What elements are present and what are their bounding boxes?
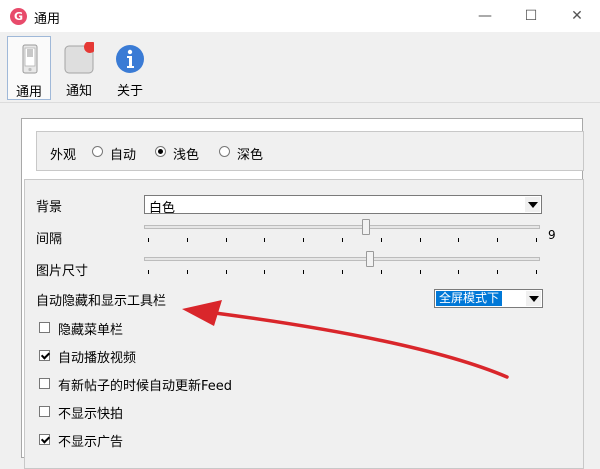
appearance-light-label: 浅色 [173, 148, 200, 163]
maximize-button[interactable]: ☐ [508, 0, 554, 32]
toolbar-autohide-select[interactable]: 全屏模式下 [434, 289, 543, 308]
preferences-toolbar: 通用 通知 关于 [0, 32, 600, 103]
minimize-button[interactable]: — [462, 0, 508, 32]
settings-panel: 外观 自动 浅色 深色 背景 白色 间隔 9 图片尺寸 自动隐藏和显示工具栏 全… [21, 118, 584, 469]
slider-tick [303, 238, 304, 242]
slider-tick [497, 238, 498, 242]
slider-tick [536, 238, 537, 242]
hide-stories-checkbox[interactable] [39, 406, 50, 417]
hide-menubar-checkbox[interactable] [39, 322, 50, 333]
autoplay-video-checkbox[interactable] [39, 350, 50, 361]
chevron-down-icon [526, 291, 541, 306]
info-icon [116, 45, 144, 73]
slider-track [144, 225, 540, 229]
hide-ads-checkbox[interactable] [39, 434, 50, 445]
tab-about[interactable]: 关于 [108, 36, 152, 100]
slider-tick [303, 270, 304, 274]
autoplay-video-label: 自动播放视频 [58, 351, 137, 366]
toolbar-autohide-select-value: 全屏模式下 [436, 291, 503, 306]
slider-tick [497, 270, 498, 274]
hide-ads-label: 不显示广告 [58, 435, 124, 450]
window-title: 通用 [34, 12, 61, 27]
slider-tick [342, 238, 343, 242]
appearance-auto-radio[interactable] [92, 146, 103, 157]
slider-tick [458, 238, 459, 242]
app-logo-icon: G [10, 8, 27, 25]
slider-thumb[interactable] [362, 219, 370, 235]
notification-icon [64, 42, 94, 74]
title-bar: G 通用 — ☐ ✕ [0, 0, 600, 32]
slider-tick [381, 270, 382, 274]
background-select[interactable]: 白色 [144, 195, 542, 216]
slider-tick [458, 270, 459, 274]
hide-menubar-label: 隐藏菜单栏 [58, 323, 124, 338]
slider-tick [264, 270, 265, 274]
slider-tick [264, 238, 265, 242]
tab-notifications-label: 通知 [65, 84, 92, 99]
spacing-label: 间隔 [36, 232, 63, 247]
tab-notifications[interactable]: 通知 [57, 36, 101, 100]
auto-refresh-feed-label: 有新帖子的时候自动更新Feed [58, 379, 233, 394]
appearance-auto-label: 自动 [110, 148, 137, 163]
spacing-slider[interactable] [144, 219, 540, 248]
toolbar-autohide-label: 自动隐藏和显示工具栏 [36, 294, 167, 309]
background-label: 背景 [36, 200, 63, 215]
slider-tick [226, 270, 227, 274]
display-settings-group: 背景 白色 间隔 9 图片尺寸 自动隐藏和显示工具栏 全屏模式下 隐藏菜单栏 自… [24, 179, 584, 469]
close-button[interactable]: ✕ [554, 0, 600, 32]
slider-thumb[interactable] [366, 251, 374, 267]
slider-tick [187, 238, 188, 242]
appearance-dark-radio[interactable] [219, 146, 230, 157]
slider-tick [148, 270, 149, 274]
slider-tick [420, 238, 421, 242]
tab-general-label: 通用 [15, 85, 42, 100]
spacing-value: 9 [548, 228, 556, 242]
appearance-dark-label: 深色 [237, 148, 264, 163]
slider-tick [420, 270, 421, 274]
tab-about-label: 关于 [116, 84, 143, 99]
phone-icon [22, 44, 38, 74]
auto-refresh-feed-checkbox[interactable] [39, 378, 50, 389]
chevron-down-icon [525, 197, 540, 212]
appearance-label: 外观 [50, 148, 77, 163]
slider-tick [148, 238, 149, 242]
slider-tick [536, 270, 537, 274]
slider-tick [342, 270, 343, 274]
image-size-slider[interactable] [144, 251, 540, 280]
image-size-label: 图片尺寸 [36, 264, 89, 279]
tab-general[interactable]: 通用 [7, 36, 51, 100]
background-select-value: 白色 [149, 201, 176, 216]
appearance-light-radio[interactable] [155, 146, 166, 157]
slider-tick [226, 238, 227, 242]
appearance-group: 外观 自动 浅色 深色 [36, 131, 584, 171]
slider-tick [187, 270, 188, 274]
slider-track [144, 257, 540, 261]
slider-tick [381, 238, 382, 242]
hide-stories-label: 不显示快拍 [58, 407, 124, 422]
